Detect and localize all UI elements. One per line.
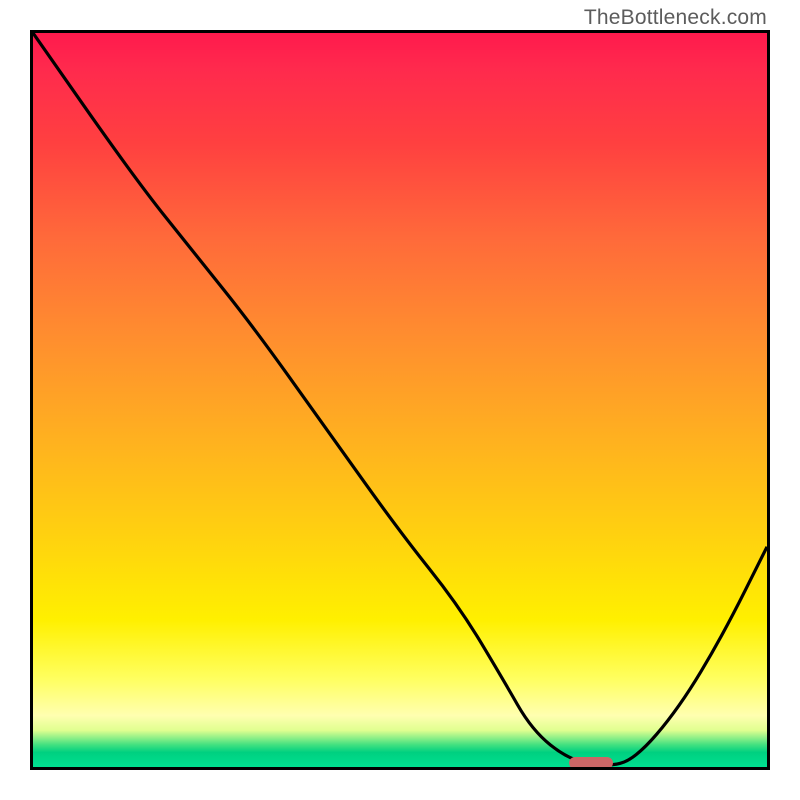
chart-frame [30, 30, 770, 770]
optimum-marker [569, 757, 613, 769]
watermark-text: TheBottleneck.com [584, 6, 767, 30]
bottleneck-curve-svg [33, 33, 767, 767]
bottleneck-curve-path [33, 33, 767, 765]
